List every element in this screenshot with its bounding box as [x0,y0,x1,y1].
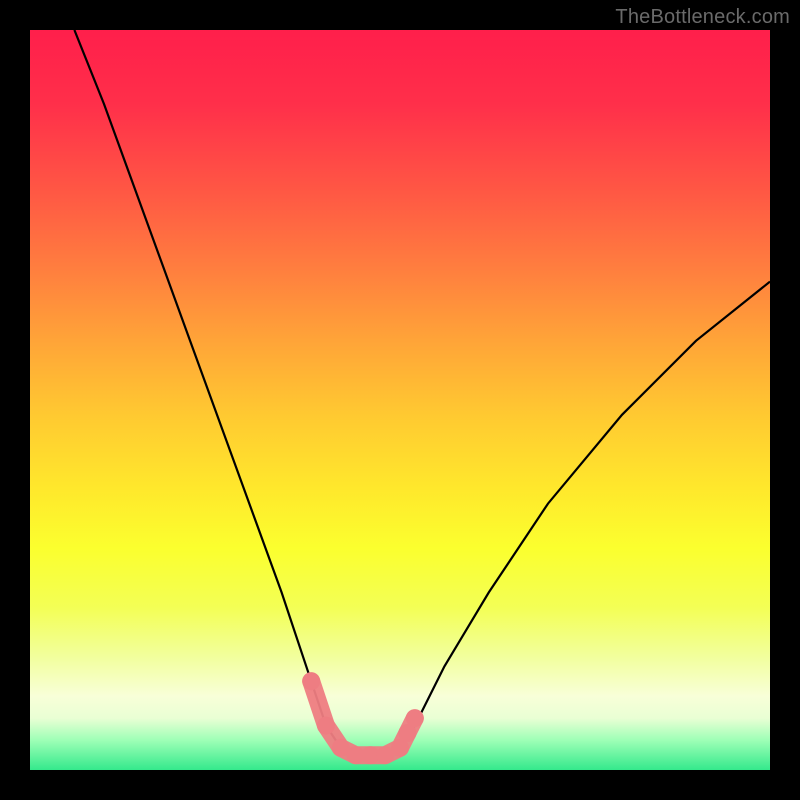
highlight-marker [302,672,320,690]
curve-layer [30,30,770,770]
chart-stage: TheBottleneck.com [0,0,800,800]
curve-line [74,30,770,755]
watermark-text: TheBottleneck.com [615,6,790,29]
plot-area [30,30,770,770]
highlight-marker [406,709,424,727]
highlight-marker [317,717,335,735]
highlight-markers [302,672,424,764]
bottleneck-curve [74,30,770,755]
